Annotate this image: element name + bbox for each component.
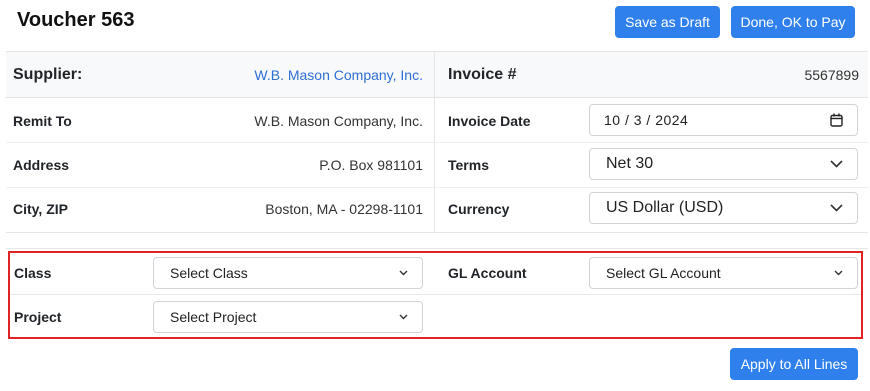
terms-value: Net 30 bbox=[606, 155, 654, 172]
supplier-name-link[interactable]: W.B. Mason Company, Inc. bbox=[254, 67, 423, 83]
city-zip-value: Boston, MA - 02298-1101 bbox=[265, 201, 423, 217]
supplier-label: Supplier: bbox=[13, 66, 83, 83]
project-placeholder: Select Project bbox=[170, 309, 257, 325]
apply-to-all-lines-button[interactable]: Apply to All Lines bbox=[730, 348, 858, 380]
chevron-down-icon bbox=[396, 310, 410, 324]
chevron-down-icon bbox=[396, 266, 410, 280]
chevron-down-icon bbox=[829, 157, 843, 171]
done-ok-to-pay-button[interactable]: Done, OK to Pay bbox=[731, 6, 855, 38]
invoice-number-value: 5567899 bbox=[804, 67, 859, 83]
row-divider bbox=[6, 187, 868, 188]
calendar-icon[interactable] bbox=[829, 113, 843, 127]
currency-label: Currency bbox=[448, 201, 510, 217]
chevron-down-icon bbox=[831, 266, 845, 280]
row-divider bbox=[6, 142, 868, 143]
invoice-number-label: Invoice # bbox=[448, 66, 517, 83]
terms-select[interactable]: Net 30 bbox=[589, 148, 858, 180]
invoice-date-input[interactable]: 10 / 3 / 2024 bbox=[589, 104, 858, 136]
address-value: P.O. Box 981101 bbox=[319, 157, 423, 173]
currency-value: US Dollar (USD) bbox=[606, 199, 724, 216]
chevron-down-icon bbox=[829, 201, 843, 215]
remit-to-label: Remit To bbox=[13, 113, 72, 129]
card-header-row bbox=[6, 52, 868, 98]
invoice-date-value: 10 / 3 / 2024 bbox=[604, 112, 689, 128]
gl-account-placeholder: Select GL Account bbox=[606, 265, 721, 281]
class-select[interactable]: Select Class bbox=[153, 257, 423, 289]
class-placeholder: Select Class bbox=[170, 265, 248, 281]
gl-account-select[interactable]: Select GL Account bbox=[589, 257, 858, 289]
project-select[interactable]: Select Project bbox=[153, 301, 423, 333]
class-label: Class bbox=[14, 265, 52, 281]
city-zip-label: City, ZIP bbox=[13, 201, 68, 217]
project-label: Project bbox=[14, 309, 62, 325]
address-label: Address bbox=[13, 157, 70, 173]
invoice-date-label: Invoice Date bbox=[448, 113, 531, 129]
remit-to-value: W.B. Mason Company, Inc. bbox=[254, 113, 423, 129]
gl-account-label: GL Account bbox=[448, 265, 527, 281]
page-title: Voucher 563 bbox=[17, 9, 135, 31]
save-as-draft-button[interactable]: Save as Draft bbox=[615, 6, 720, 38]
currency-select[interactable]: US Dollar (USD) bbox=[589, 192, 858, 224]
terms-label: Terms bbox=[448, 157, 489, 173]
section-divider bbox=[6, 248, 868, 249]
